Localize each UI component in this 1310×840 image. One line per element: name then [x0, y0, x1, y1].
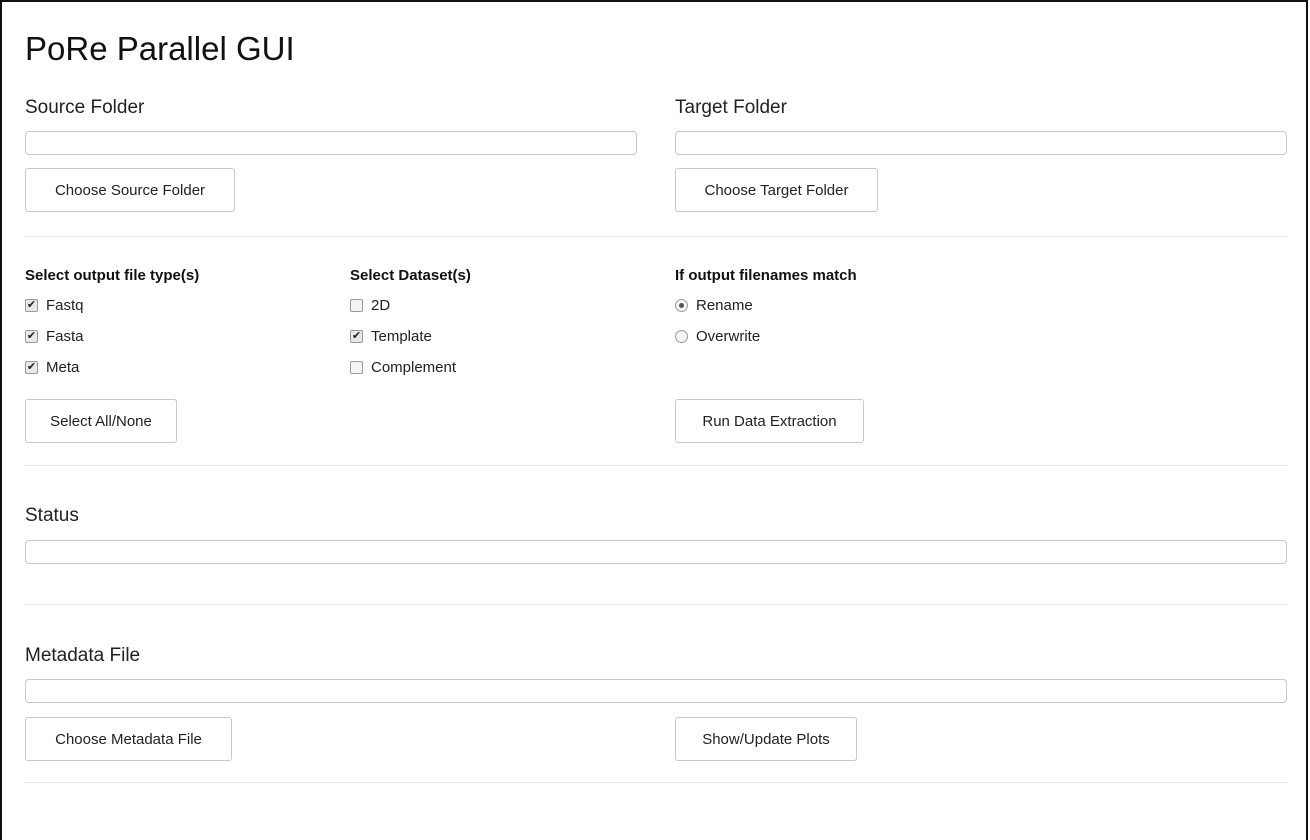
file-type-label: Select output file type(s)	[25, 267, 200, 284]
checkbox-complement[interactable]: Complement	[350, 359, 456, 376]
checkbox-checked-icon[interactable]: ✔	[25, 299, 38, 312]
select-all-none-button[interactable]: Select All/None	[25, 399, 177, 443]
target-folder-input[interactable]	[675, 131, 1287, 155]
checkbox-label: Template	[371, 328, 432, 345]
divider	[25, 236, 1287, 237]
filename-match-label: If output filenames match	[675, 267, 857, 284]
radio-overwrite[interactable]: Overwrite	[675, 328, 760, 345]
checkbox-label: Complement	[371, 359, 457, 376]
dataset-label: Select Dataset(s)	[350, 267, 471, 284]
divider	[25, 465, 1287, 466]
show-update-plots-button[interactable]: Show/Update Plots	[675, 717, 857, 761]
checkbox-checked-icon[interactable]: ✔	[350, 330, 363, 343]
page-title: PoRe Parallel GUI	[25, 30, 295, 67]
radio-label: Rename	[696, 297, 753, 314]
checkbox-label: 2D	[371, 297, 391, 314]
checkbox-unchecked-icon[interactable]	[350, 299, 363, 312]
radio-rename[interactable]: Rename	[675, 297, 753, 314]
choose-target-folder-button[interactable]: Choose Target Folder	[675, 168, 878, 212]
target-folder-heading: Target Folder	[675, 97, 787, 118]
status-field	[25, 540, 1287, 564]
checkbox-unchecked-icon[interactable]	[350, 361, 363, 374]
checkbox-template[interactable]: ✔ Template	[350, 328, 432, 345]
checkbox-label: Fastq	[46, 297, 84, 314]
radio-label: Overwrite	[696, 328, 761, 345]
app-frame	[0, 0, 1308, 840]
divider	[25, 782, 1287, 783]
choose-source-folder-button[interactable]: Choose Source Folder	[25, 168, 235, 212]
checkbox-checked-icon[interactable]: ✔	[25, 330, 38, 343]
metadata-file-input[interactable]	[25, 679, 1287, 703]
radio-unselected-icon[interactable]	[675, 330, 688, 343]
checkbox-meta[interactable]: ✔ Meta	[25, 359, 79, 376]
metadata-file-heading: Metadata File	[25, 645, 141, 666]
checkbox-2d[interactable]: 2D	[350, 297, 390, 314]
checkbox-fastq[interactable]: ✔ Fastq	[25, 297, 84, 314]
choose-metadata-file-button[interactable]: Choose Metadata File	[25, 717, 232, 761]
radio-selected-icon[interactable]	[675, 299, 688, 312]
source-folder-input[interactable]	[25, 131, 637, 155]
status-heading: Status	[25, 505, 79, 526]
run-data-extraction-button[interactable]: Run Data Extraction	[675, 399, 864, 443]
source-folder-heading: Source Folder	[25, 97, 145, 118]
checkbox-fasta[interactable]: ✔ Fasta	[25, 328, 84, 345]
divider	[25, 604, 1287, 605]
checkbox-label: Fasta	[46, 328, 84, 345]
checkbox-label: Meta	[46, 359, 80, 376]
checkbox-checked-icon[interactable]: ✔	[25, 361, 38, 374]
